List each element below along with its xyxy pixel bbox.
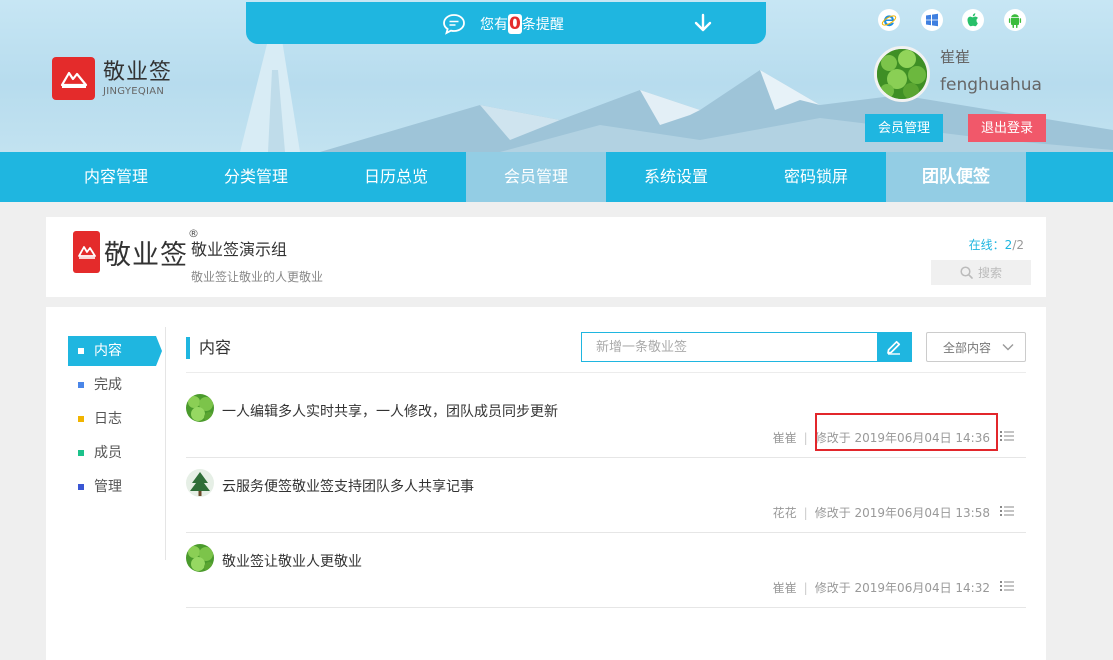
sidebar-item-label: 日志 — [94, 411, 122, 427]
sidebar-item-members[interactable]: 成员 — [68, 438, 168, 468]
nav-member-management[interactable]: 会员管理 — [466, 152, 606, 202]
group-slogan: 敬业签让敬业的人更敬业 — [191, 270, 324, 284]
author-avatar — [186, 394, 214, 422]
search-button[interactable]: 搜索 — [931, 260, 1031, 285]
online-total: 2 — [1016, 238, 1024, 252]
nav-system-settings[interactable]: 系统设置 — [606, 152, 746, 202]
note-text[interactable]: 云服务便签敬业签支持团队多人共享记事 — [222, 476, 474, 496]
note-author: 崔崔 — [772, 431, 797, 445]
header: 敬业签 JINGYEQIAN 您有0条提醒 崔崔 fenghuahua 会员管理… — [0, 0, 1113, 152]
nav-category-management[interactable]: 分类管理 — [186, 152, 326, 202]
note-text[interactable]: 敬业签让敬业人更敬业 — [222, 551, 362, 571]
sidebar-item-manage[interactable]: 管理 — [68, 472, 168, 502]
note-meta: 花花 | 修改于 2019年06月04日 13:58 — [773, 504, 990, 521]
note-item: 敬业签让敬业人更敬业 崔崔 | 修改于 2019年06月04日 14:32 — [186, 533, 1026, 608]
sidebar-dot — [78, 450, 84, 456]
group-logo-icon — [73, 231, 100, 273]
vertical-divider — [165, 327, 166, 560]
chat-icon — [443, 14, 465, 35]
note-author: 崔崔 — [772, 581, 797, 595]
nav-calendar-overview[interactable]: 日历总览 — [326, 152, 466, 202]
meta-separator: | — [803, 431, 808, 445]
reminder-count: 0 — [508, 14, 522, 34]
sidebar-dot — [78, 382, 84, 388]
note-meta: 崔崔 | 修改于 2019年06月04日 14:32 — [773, 579, 990, 596]
list-menu-icon[interactable] — [1000, 430, 1014, 442]
brand-name: 敬业签 — [103, 59, 173, 85]
author-avatar — [186, 544, 214, 572]
sidebar-item-label: 完成 — [94, 377, 122, 393]
android-icon[interactable] — [1004, 9, 1026, 31]
logout-button[interactable]: 退出登录 — [968, 114, 1046, 142]
meta-separator: | — [803, 581, 808, 595]
ie-icon[interactable] — [878, 9, 900, 31]
note-author: 花花 — [772, 506, 797, 520]
reminder-text: 您有0条提醒 — [480, 14, 564, 35]
note-text[interactable]: 一人编辑多人实时共享，一人修改，团队成员同步更新 — [222, 401, 558, 421]
sidebar: 内容 完成 日志 成员 管理 — [68, 336, 168, 506]
sidebar-item-log[interactable]: 日志 — [68, 404, 168, 434]
reminder-prefix: 您有 — [480, 17, 508, 33]
group-logo-text: 敬业签 — [104, 239, 188, 271]
filter-label: 全部内容 — [943, 340, 992, 355]
brand-logo-icon — [52, 57, 95, 100]
reminder-suffix: 条提醒 — [521, 17, 564, 33]
nav-team-notes[interactable]: 团队便签 — [886, 152, 1026, 202]
sidebar-dot — [78, 416, 84, 422]
section-title: 内容 — [186, 337, 231, 359]
sidebar-item-label: 内容 — [94, 343, 122, 359]
search-label: 搜索 — [977, 266, 1002, 280]
nav-content-management[interactable]: 内容管理 — [46, 152, 186, 202]
reminder-bar[interactable]: 您有0条提醒 — [246, 2, 766, 44]
new-note-box — [581, 332, 912, 362]
user-avatar[interactable] — [874, 46, 930, 102]
online-label: 在线： — [968, 238, 1005, 252]
chevron-down-icon — [1002, 344, 1014, 351]
header-divider — [186, 372, 1026, 373]
note-modified-time: 修改于 2019年06月04日 14:32 — [814, 581, 990, 595]
main-nav: 内容管理 分类管理 日历总览 会员管理 系统设置 密码锁屏 团队便签 — [0, 152, 1113, 202]
windows-icon[interactable] — [921, 9, 943, 31]
brand-name-en: JINGYEQIAN — [103, 85, 165, 97]
pencil-icon — [887, 340, 901, 355]
sidebar-item-content[interactable]: 内容 — [68, 336, 162, 366]
search-icon — [960, 266, 973, 279]
user-nickname: 崔崔 — [940, 48, 971, 66]
sidebar-item-label: 成员 — [94, 445, 122, 461]
note-item: 云服务便签敬业签支持团队多人共享记事 花花 | 修改于 2019年06月04日 13… — [186, 458, 1026, 533]
team-group-card: 敬业签 ® 敬业签演示组 敬业签让敬业的人更敬业 在线：2/2 搜索 — [46, 217, 1046, 297]
content-filter-dropdown[interactable]: 全部内容 — [926, 332, 1026, 362]
user-username: fenghuahua — [940, 75, 1042, 95]
member-management-button[interactable]: 会员管理 — [865, 114, 943, 142]
list-menu-icon[interactable] — [1000, 505, 1014, 517]
arrow-down-icon[interactable] — [694, 13, 712, 33]
list-menu-icon[interactable] — [1000, 580, 1014, 592]
new-note-input[interactable] — [582, 333, 877, 361]
main-panel: 内容 完成 日志 成员 管理 内容 全部内容 — [46, 307, 1046, 660]
group-name: 敬业签演示组 — [191, 240, 288, 259]
author-avatar — [186, 469, 214, 497]
sidebar-dot — [78, 348, 84, 354]
brand-logo[interactable]: 敬业签 JINGYEQIAN — [52, 57, 172, 100]
sidebar-item-completed[interactable]: 完成 — [68, 370, 168, 400]
apple-icon[interactable] — [962, 9, 984, 31]
new-note-button[interactable] — [877, 333, 911, 361]
online-status: 在线：2/2 — [969, 236, 1024, 253]
meta-separator: | — [803, 506, 808, 520]
sidebar-item-label: 管理 — [94, 479, 122, 495]
note-modified-time: 修改于 2019年06月04日 13:58 — [814, 506, 990, 520]
nav-password-lock[interactable]: 密码锁屏 — [746, 152, 886, 202]
sidebar-dot — [78, 484, 84, 490]
highlight-annotation-box — [815, 413, 998, 451]
group-logo: 敬业签 ® — [73, 227, 199, 273]
